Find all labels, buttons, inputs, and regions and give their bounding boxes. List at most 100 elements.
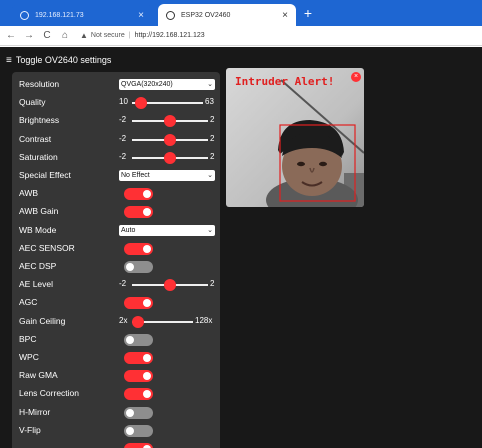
settings-panel: Resolution QVGA(320x240) ⌄ Quality 10 63 Brigh… xyxy=(12,72,220,448)
address-bar: ← → C ⌂ ▲ Not secure | http://192.168.12… xyxy=(0,26,482,46)
browser-tab-esp32[interactable]: ESP32 OV2460 × xyxy=(158,4,296,26)
setting-label: Special Effect xyxy=(19,170,71,180)
url-text: http://192.168.121.123 xyxy=(134,32,205,39)
globe-icon xyxy=(166,10,175,20)
setting-label: Contrast xyxy=(19,133,52,144)
v-flip-toggle[interactable] xyxy=(124,424,153,437)
toggle-knob xyxy=(143,208,151,217)
special-effect-select[interactable]: No Effect ⌄ xyxy=(119,170,215,181)
chevron-down-icon: ⌄ xyxy=(207,226,213,234)
reload-icon[interactable]: C xyxy=(40,29,54,43)
settings-toggle[interactable]: ≡ Toggle OV2640 settings xyxy=(6,54,111,66)
camera-frame-image xyxy=(226,68,364,207)
setting-row-saturation: Saturation -2 2 xyxy=(12,149,220,167)
saturation-slider-handle[interactable] xyxy=(164,151,176,164)
bpc-toggle[interactable] xyxy=(124,333,153,346)
intruder-alert-text: Intruder Alert! xyxy=(235,75,335,88)
chevron-down-icon: ⌄ xyxy=(207,172,213,179)
setting-label: AE Level xyxy=(19,279,54,290)
forward-arrow-icon[interactable]: → xyxy=(22,29,36,43)
select-value: Auto xyxy=(121,226,136,234)
slider-min-value: -2 xyxy=(119,133,127,143)
toggle-knob xyxy=(126,263,134,271)
setting-row-quality: Quality 10 63 xyxy=(12,94,220,112)
setting-label: Gain Ceiling xyxy=(19,315,66,326)
toggle-knob xyxy=(126,408,134,417)
aec-dsp-toggle[interactable] xyxy=(124,261,153,273)
awb-toggle[interactable] xyxy=(124,188,153,201)
setting-row-gain-ceiling: Gain Ceiling 2x 128x xyxy=(12,313,220,331)
lens-correction-toggle[interactable] xyxy=(124,388,153,401)
toggle-knob xyxy=(143,354,151,362)
quality-slider-handle[interactable] xyxy=(134,97,147,110)
new-tab-button[interactable]: + xyxy=(300,5,316,21)
setting-label: Resolution xyxy=(19,79,60,89)
setting-row-unlabeled xyxy=(12,440,220,448)
setting-label: BPC xyxy=(19,333,37,344)
browser-tab-192-168-121-73[interactable]: 192.168.121.73 × xyxy=(12,4,152,26)
back-arrow-icon[interactable]: ← xyxy=(4,29,18,43)
slider-min-value: 2x xyxy=(119,315,128,325)
setting-label: Quality xyxy=(19,97,46,108)
setting-label: Brightness xyxy=(19,115,60,126)
slider-min-value: -2 xyxy=(119,279,127,289)
tab-title: 192.168.121.73 xyxy=(35,11,84,19)
ae-level-slider-handle[interactable] xyxy=(164,279,176,292)
slider-max-value: 2 xyxy=(210,133,215,143)
setting-label: AWB xyxy=(19,188,39,199)
agc-toggle[interactable] xyxy=(124,297,153,310)
awb-gain-toggle[interactable] xyxy=(124,206,153,219)
setting-label: AWB Gain xyxy=(19,206,59,217)
toggle-knob xyxy=(143,299,151,308)
toggle-knob xyxy=(143,190,151,199)
toggle-knob xyxy=(143,372,151,381)
slider-max-value: 2 xyxy=(210,151,215,161)
url-field[interactable]: ▲ Not secure | http://192.168.121.123 xyxy=(80,31,205,40)
unlabeled-toggle[interactable] xyxy=(124,443,153,448)
setting-row-h-mirror: H-Mirror xyxy=(12,404,220,422)
close-preview-button[interactable]: × xyxy=(351,72,361,82)
globe-icon xyxy=(20,10,29,20)
setting-label: Raw GMA xyxy=(19,370,58,381)
setting-row-v-flip: V-Flip xyxy=(12,422,220,440)
page-content: ≡ Toggle OV2640 settings Resolution QVGA(… xyxy=(0,47,482,448)
raw-gma-toggle[interactable] xyxy=(124,370,153,383)
resolution-select[interactable]: QVGA(320x240) ⌄ xyxy=(119,79,215,90)
brightness-slider-handle[interactable] xyxy=(164,115,176,128)
setting-row-raw-gma: Raw GMA xyxy=(12,367,220,385)
toggle-knob xyxy=(126,426,134,435)
toggle-knob xyxy=(143,390,151,399)
setting-label: Saturation xyxy=(19,151,58,162)
setting-row-contrast: Contrast -2 2 xyxy=(12,131,220,149)
security-label: Not secure xyxy=(90,32,125,39)
setting-row-awb-gain: AWB Gain xyxy=(12,203,220,221)
browser-tab-bar: 192.168.121.73 × ESP32 OV2460 × + xyxy=(0,0,482,26)
contrast-slider-handle[interactable] xyxy=(164,133,176,146)
gain-ceiling-slider-handle[interactable] xyxy=(132,315,144,328)
close-tab-icon[interactable]: × xyxy=(134,10,148,21)
slider-max-value: 2 xyxy=(210,115,215,125)
wb-mode-select[interactable]: Auto ⌄ xyxy=(119,224,215,236)
setting-row-ae-level: AE Level -2 2 xyxy=(12,276,220,294)
setting-label: AGC xyxy=(19,297,38,308)
slider-min-value: -2 xyxy=(119,151,127,161)
toggle-knob xyxy=(126,335,134,344)
home-icon[interactable]: ⌂ xyxy=(58,29,72,43)
setting-row-wpc: WPC xyxy=(12,349,220,367)
aec-sensor-toggle[interactable] xyxy=(124,242,153,255)
setting-label: Lens Correction xyxy=(19,388,80,399)
setting-row-bpc: BPC xyxy=(12,331,220,349)
tab-title: ESP32 OV2460 xyxy=(181,11,231,19)
warning-icon: ▲ xyxy=(80,31,88,40)
wpc-toggle[interactable] xyxy=(124,352,153,364)
select-value: No Effect xyxy=(121,172,150,179)
setting-label: WB Mode xyxy=(19,224,57,235)
select-value: QVGA(320x240) xyxy=(121,81,173,88)
setting-label: AEC SENSOR xyxy=(19,242,75,253)
setting-label: AEC DSP xyxy=(19,261,57,271)
h-mirror-toggle[interactable] xyxy=(124,406,153,419)
setting-label: WPC xyxy=(19,352,39,362)
setting-row-aec-sensor: AEC SENSOR xyxy=(12,240,220,258)
close-tab-icon[interactable]: × xyxy=(278,10,292,21)
setting-label: V-Flip xyxy=(19,424,41,435)
